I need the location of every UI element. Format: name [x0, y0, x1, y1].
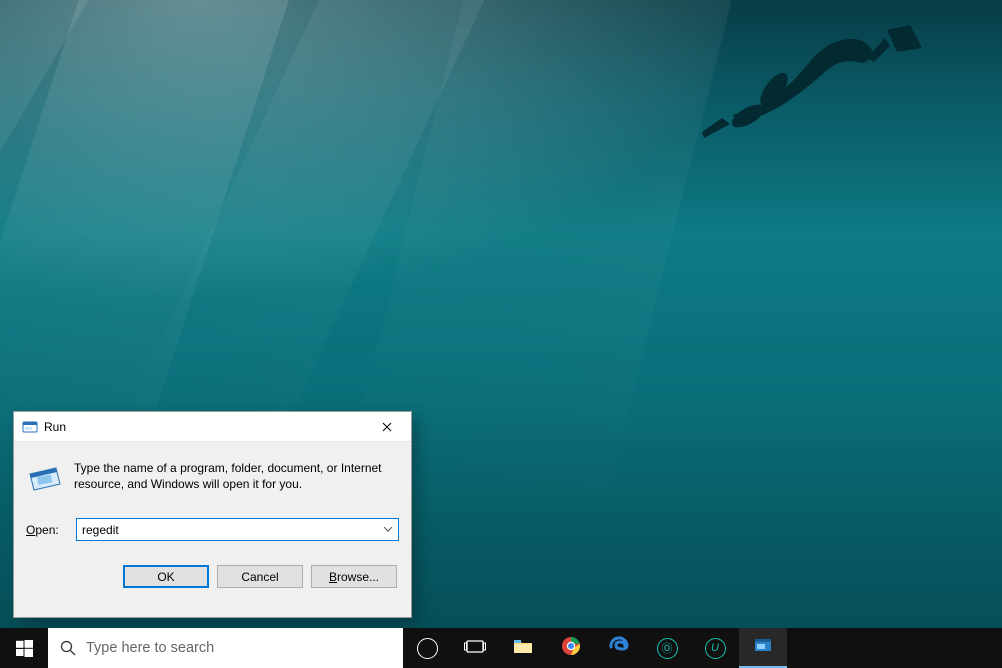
titlebar[interactable]: Run	[14, 412, 411, 442]
run-icon	[22, 419, 38, 435]
browse-button[interactable]: Browse...	[311, 565, 397, 588]
chrome-button[interactable]	[547, 628, 595, 668]
edge-button[interactable]	[595, 628, 643, 668]
search-icon	[60, 640, 76, 656]
open-label: Open:	[26, 523, 66, 537]
dialog-title: Run	[44, 420, 364, 434]
file-explorer-icon	[512, 635, 534, 662]
taskbar-search[interactable]: Type here to search	[48, 628, 403, 668]
app-o-icon: Ⓞ	[657, 638, 678, 659]
run-dialog-icon	[26, 460, 62, 496]
active-app-icon	[752, 634, 774, 661]
app-u-button[interactable]: U	[691, 628, 739, 668]
taskview-button[interactable]	[451, 628, 499, 668]
chrome-icon	[560, 635, 582, 662]
active-app-button[interactable]	[739, 628, 787, 668]
run-dialog: Run Type the name of a program, folder, …	[13, 411, 412, 618]
cortana-icon	[417, 638, 438, 659]
edge-icon	[608, 635, 630, 662]
close-button[interactable]	[364, 413, 409, 441]
taskview-icon	[464, 635, 486, 662]
app-u-icon: U	[705, 638, 726, 659]
open-input[interactable]	[82, 519, 379, 540]
taskbar: Type here to search Ⓞ	[0, 628, 1002, 668]
dialog-description: Type the name of a program, folder, docu…	[74, 460, 399, 492]
chevron-down-icon[interactable]	[379, 519, 396, 540]
ok-button[interactable]: OK	[123, 565, 209, 588]
file-explorer-button[interactable]	[499, 628, 547, 668]
open-combobox[interactable]	[76, 518, 399, 541]
start-button[interactable]	[0, 628, 48, 668]
wallpaper-diver	[692, 20, 942, 150]
app-o-button[interactable]: Ⓞ	[643, 628, 691, 668]
cancel-button[interactable]: Cancel	[217, 565, 303, 588]
search-placeholder: Type here to search	[86, 640, 214, 656]
cortana-button[interactable]	[403, 628, 451, 668]
